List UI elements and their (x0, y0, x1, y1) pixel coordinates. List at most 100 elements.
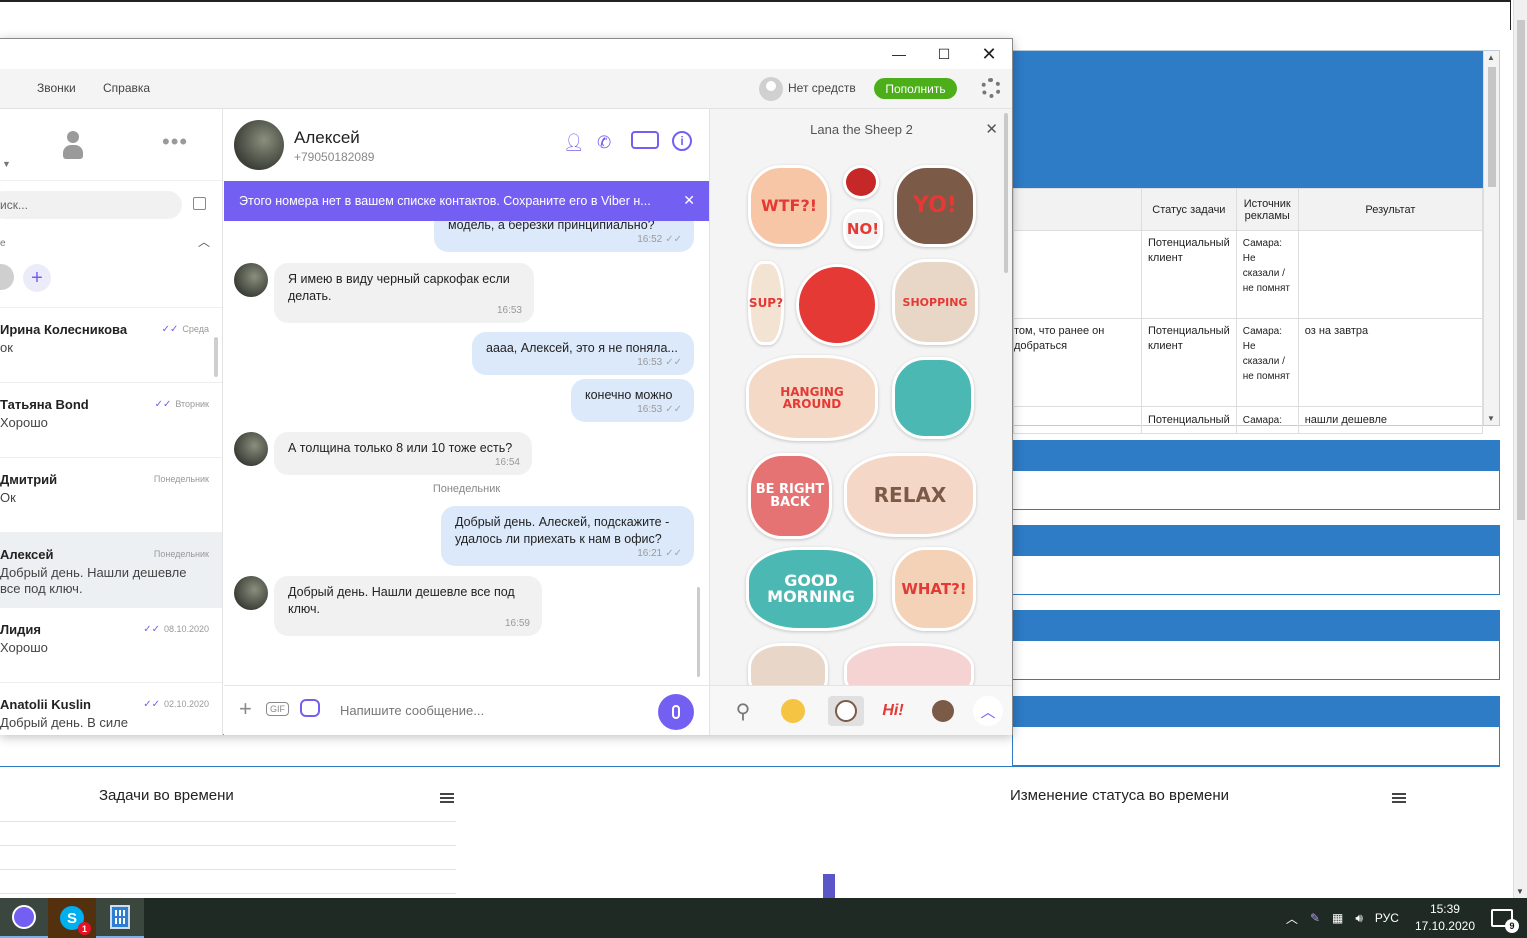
scroll-down-arrow-icon[interactable]: ▼ (1516, 887, 1524, 896)
page-scrollbar-thumb[interactable] (1517, 20, 1525, 520)
search-icon[interactable]: ⚲ (728, 696, 758, 726)
search-input[interactable]: иск... (0, 191, 182, 219)
volume-icon[interactable]: 🔊︎ (1355, 911, 1363, 926)
topup-button[interactable]: Пополнить (874, 78, 957, 99)
chat-row-selected[interactable]: Алексей Понедельник Добрый день. Нашли д… (0, 532, 222, 607)
message-bubble-outgoing[interactable]: модель, а березки принципиально? 16:52 ✓✓ (434, 221, 694, 252)
message-bubble-outgoing[interactable]: конечно можно 16:53 ✓✓ (571, 379, 694, 422)
phone-call-icon[interactable]: ✆ (597, 133, 611, 153)
sticker-good-morning[interactable]: GOOD MORNING (746, 547, 876, 631)
sticker-sheep-teal[interactable] (892, 357, 974, 439)
sticker-wtf[interactable]: WTF?! (748, 165, 830, 247)
unknown-contact-banner[interactable]: Этого номера нет в вашем списке контакто… (224, 181, 709, 221)
chevron-up-icon[interactable]: ︿ (973, 696, 1003, 726)
sender-avatar[interactable] (234, 576, 268, 610)
message-bubble-incoming[interactable]: А толщина только 8 или 10 тоже есть? 16:… (274, 432, 532, 475)
message-bubble-incoming[interactable]: Добрый день. Нашли дешевле все под ключ.… (274, 576, 542, 636)
sticker-no[interactable]: NO! (843, 209, 883, 249)
gear-icon[interactable] (981, 78, 1001, 98)
message-bubble-outgoing[interactable]: Добрый день. Алескей, подскажите - удало… (441, 506, 694, 566)
sticker-yo[interactable]: YO! (894, 165, 976, 247)
table-row[interactable]: том, что ранее он добраться Потенциальны… (1013, 318, 1484, 407)
chat-row[interactable]: Дмитрий Понедельник Ок (0, 457, 222, 532)
sticker-sup[interactable]: SUP? (748, 261, 784, 345)
compose-icon[interactable] (193, 197, 206, 210)
pen-icon[interactable]: ✎ (1310, 911, 1320, 925)
caret-down-icon[interactable]: ▼ (2, 159, 11, 169)
favorite-avatar[interactable] (0, 264, 14, 290)
info-icon[interactable]: i (672, 131, 692, 151)
account-avatar-icon[interactable] (759, 77, 783, 101)
sticker-be-right-back[interactable]: BE RIGHT BACK (748, 453, 832, 539)
taskbar-calculator[interactable] (96, 898, 144, 938)
notifications-icon[interactable]: 9 (1491, 909, 1519, 933)
sticker-relax[interactable]: RELAX (844, 453, 976, 537)
language-indicator[interactable]: РУС (1375, 911, 1399, 925)
taskbar-skype[interactable]: S1 (48, 898, 96, 938)
maximize-icon[interactable]: ☐ (921, 39, 967, 69)
table-row[interactable]: Потенциальный клиент Самара: Не сказали … (1013, 230, 1484, 319)
conversation-scrollbar[interactable] (697, 587, 700, 677)
chart-menu-icon[interactable] (440, 793, 454, 804)
sticker-sheep-circle[interactable] (796, 264, 878, 346)
sender-avatar[interactable] (234, 263, 268, 297)
network-icon[interactable]: ▦ (1332, 911, 1343, 925)
chart-menu-icon[interactable] (1392, 793, 1406, 804)
chat-row[interactable]: Ирина Колесникова ✓✓ Среда ок (0, 307, 222, 382)
more-icon[interactable]: ••• (162, 131, 188, 153)
chat-row[interactable]: Татьяна Bond ✓✓ Вторник Хорошо (0, 382, 222, 457)
smiley-icon[interactable] (778, 696, 808, 726)
table-header-status[interactable]: Статус задачи (1141, 188, 1237, 231)
character-pack-icon[interactable] (928, 696, 958, 726)
table-scrollbar[interactable]: ▲ ▼ (1483, 51, 1499, 425)
contact-name[interactable]: Алексей (294, 128, 360, 148)
contact-avatar[interactable] (234, 120, 284, 170)
scroll-up-arrow-icon[interactable]: ▲ (1487, 53, 1495, 62)
sticker-hanging-around[interactable]: HANGING AROUND (746, 355, 878, 441)
hi-pack-icon[interactable]: Hi! (878, 696, 908, 726)
menu-calls[interactable]: Звонки (37, 81, 76, 95)
account-balance[interactable]: Нет средств (788, 81, 856, 95)
sticker-scrollbar[interactable] (1004, 113, 1008, 273)
message-input[interactable]: Напишите сообщение... (340, 703, 484, 718)
sheep-pack-icon[interactable] (828, 696, 864, 726)
add-contact-icon[interactable]: 👤︎ (563, 133, 585, 153)
sticker-panel-close-icon[interactable]: ✕ (985, 120, 998, 138)
gif-icon[interactable]: GIF (266, 702, 289, 716)
panel-header-bar[interactable] (1013, 611, 1499, 641)
sticker-what[interactable]: WHAT?! (892, 547, 976, 631)
sticker-icon[interactable] (300, 699, 320, 717)
chart-gridline (0, 869, 456, 870)
table-row[interactable]: Потенциальный Самара: нашли дешевле (1013, 406, 1484, 434)
sticker-yarn[interactable] (843, 165, 879, 199)
plus-icon[interactable]: + (239, 696, 252, 722)
close-icon[interactable]: ✕ (966, 39, 1012, 69)
table-header-result[interactable]: Результат (1297, 188, 1484, 231)
contacts-icon[interactable] (63, 131, 83, 159)
banner-close-icon[interactable]: ✕ (683, 192, 695, 209)
scroll-down-arrow-icon[interactable]: ▼ (1487, 414, 1495, 423)
chat-list-scrollbar[interactable] (214, 337, 218, 377)
page-scrollbar[interactable]: ▼ (1513, 0, 1527, 898)
panel-header-bar[interactable] (1013, 441, 1499, 471)
video-call-icon[interactable] (631, 131, 659, 149)
taskbar-viber[interactable] (0, 898, 48, 938)
clock[interactable]: 15:39 17.10.2020 (1415, 901, 1475, 935)
table-scrollbar-thumb[interactable] (1488, 67, 1496, 187)
add-favorite-button[interactable]: + (23, 264, 51, 292)
title-bar[interactable]: — ☐ ✕ (0, 39, 1012, 69)
microphone-button[interactable] (658, 694, 694, 730)
menu-help[interactable]: Справка (103, 81, 150, 95)
minimize-icon[interactable]: — (876, 39, 922, 69)
tray-chevron-up-icon[interactable]: ︿ (1286, 910, 1298, 927)
chat-row[interactable]: Anatolii Kuslin ✓✓ 02.10.2020 Добрый день… (0, 682, 222, 735)
table-header-source[interactable]: Источник рекламы (1235, 188, 1299, 231)
sticker-shopping[interactable]: SHOPPING (892, 259, 978, 345)
panel-header-bar[interactable] (1013, 697, 1499, 727)
chat-row[interactable]: Лидия ✓✓ 08.10.2020 Хорошо (0, 607, 222, 682)
chevron-up-icon[interactable]: ︿ (198, 233, 210, 250)
message-bubble-outgoing[interactable]: аааа, Алексей, это я не поняла... 16:53 ✓… (472, 332, 694, 375)
message-bubble-incoming[interactable]: Я имею в виду черный саркофак если делат… (274, 263, 534, 323)
sender-avatar[interactable] (234, 432, 268, 466)
panel-header-bar[interactable] (1013, 526, 1499, 556)
